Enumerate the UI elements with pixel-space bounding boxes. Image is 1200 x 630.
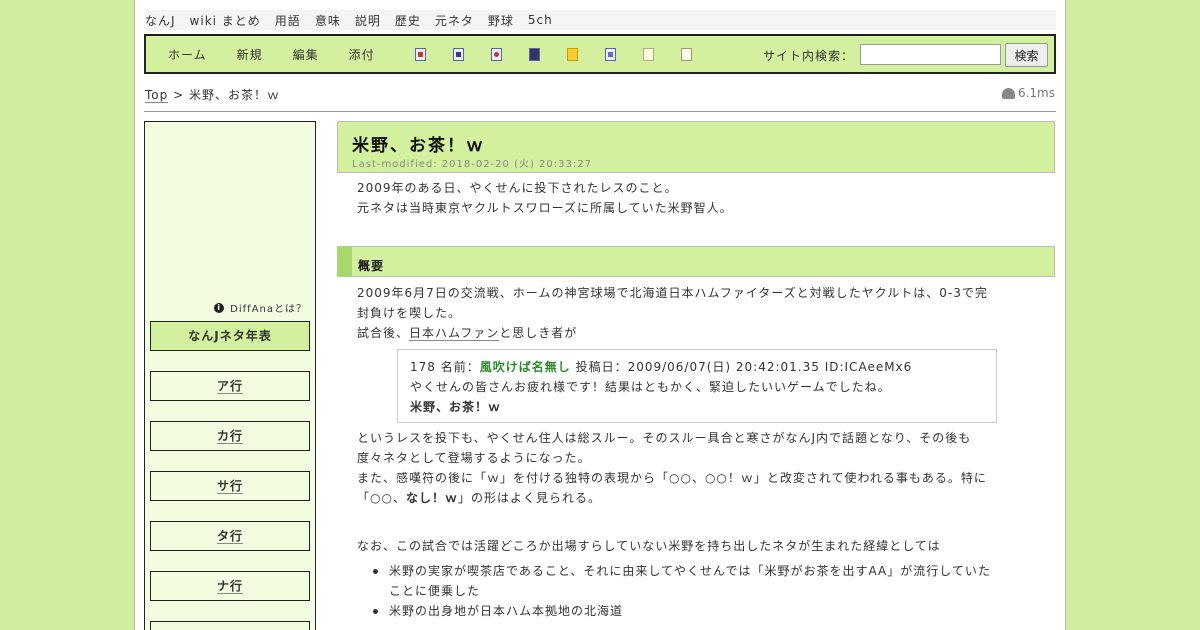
topnav-link-nanj[interactable]: なんJ (145, 12, 176, 29)
search-page-icon[interactable] (452, 47, 464, 61)
list-item-text: 米野の実家が喫茶店であること、それに由来してやくせんでは「米野がお茶を出すAA」… (389, 564, 991, 578)
list-item: 米野の実家が喫茶店であること、それに由来してやくせんでは「米野がお茶を出すAA」… (357, 561, 1037, 601)
para1-line1: 2009年6月7日の交流戦、ホームの神宮球場で北海道日本ハムファイターズと対戦し… (357, 286, 988, 300)
topnav-link-rekishi[interactable]: 歴史 (395, 12, 421, 29)
para3-line2: 度々ネタとして登場するようになった。 (357, 451, 591, 465)
sidebar-item-ha[interactable] (150, 621, 310, 630)
render-time-value: 6.1ms (1017, 86, 1055, 100)
breadcrumb-separator: > (173, 88, 185, 102)
search-label: サイト内検索： (763, 49, 855, 63)
toolbar: ホーム 新規 編集 添付 サイト内検索： 検索 (144, 34, 1056, 74)
sidebar-item-sa[interactable]: サ行 (150, 471, 310, 501)
post-header: 178 名前：風吹けば名無し 投稿日：2009/06/07(日) 20:42:0… (410, 358, 912, 375)
delete-icon[interactable] (490, 47, 502, 61)
para4-post: 」の形はよく見られる。 (457, 491, 601, 505)
breadcrumb-current: 米野、お茶！ｗ (188, 88, 280, 102)
reason-list: 米野の実家が喫茶店であること、それに由来してやくせんでは「米野がお茶を出すAA」… (357, 561, 1037, 621)
post-line-2: 米野、お茶！ｗ (410, 400, 502, 414)
gauge-icon (1001, 87, 1015, 99)
intro-line-1: 2009年のある日、やくせんに投下されたレスのこと。 (357, 181, 678, 195)
search-button[interactable]: 検索 (1005, 43, 1048, 67)
post-number: 178 名前： (410, 360, 480, 374)
topnav-link-5ch[interactable]: 5ch (528, 13, 553, 27)
para2: 試合後、日本ハムファンと思しき者が (357, 323, 577, 343)
toolbar-icons (414, 47, 719, 61)
edit-button[interactable]: 編集 (293, 46, 319, 63)
breadcrumb: Top > 米野、お茶！ｗ (145, 86, 280, 103)
copy-icon[interactable] (414, 47, 426, 61)
topnav-link-motoneta[interactable]: 元ネタ (435, 12, 474, 29)
sidebar-item-label: なんJネタ年表 (188, 329, 272, 343)
lock-icon[interactable] (566, 47, 578, 61)
list-icon[interactable] (604, 47, 616, 61)
new-page-button[interactable]: 新規 (237, 46, 263, 63)
sidebar-item-label: ア行 (216, 379, 243, 394)
page-title: 米野、お茶！ｗ (352, 136, 485, 156)
sidebar: i DiffAnaとは？ なんJネタ年表 ア行 カ行 サ行 タ行 ナ行 (144, 121, 316, 630)
page-icon[interactable] (642, 47, 654, 61)
para1-line2: 封負けを喫した。 (357, 306, 462, 320)
page-title-box: 米野、お茶！ｗ Last-modified: 2018-02-20 (火) 20… (337, 121, 1055, 173)
topnav-link-wiki[interactable]: wiki まとめ (190, 12, 261, 29)
breadcrumb-top-link[interactable]: Top (145, 88, 169, 103)
attach-button[interactable]: 添付 (349, 46, 375, 63)
save-icon[interactable] (528, 47, 540, 61)
post-meta: 投稿日：2009/06/07(日) 20:42:01.35 ID:ICAeeMx… (570, 360, 913, 374)
list-item: 米野の出身地が日本ハム本拠地の北海道 (357, 601, 1037, 621)
para4-line1: また、感嘆符の後に「ｗ」を付ける独特の表現から「○○、○○！ｗ」と改変されて使わ… (357, 471, 987, 485)
sidebar-item-label: サ行 (216, 479, 243, 494)
sidebar-item-label: カ行 (216, 429, 243, 444)
pencil-icon[interactable]: ✎ (358, 257, 369, 271)
last-modified: Last-modified: 2018-02-20 (火) 20:33:27 (352, 159, 592, 170)
diffana-label: DiffAnaとは？ (230, 304, 307, 315)
topnav-link-setsumei[interactable]: 説明 (355, 12, 381, 29)
post-author: 風吹けば名無し (479, 360, 571, 374)
home-button[interactable]: ホーム (168, 46, 207, 63)
diffana-link[interactable]: i DiffAnaとは？ (214, 300, 307, 315)
sidebar-item-label: タ行 (216, 529, 243, 544)
render-time: 6.1ms (1001, 86, 1055, 100)
quoted-post: 178 名前：風吹けば名無し 投稿日：2009/06/07(日) 20:42:0… (397, 349, 997, 423)
search-input[interactable] (860, 44, 1001, 65)
topnav-link-yakyu[interactable]: 野球 (488, 12, 514, 29)
sidebar-item-a[interactable]: ア行 (150, 371, 310, 401)
page-container: なんJ wiki まとめ 用語 意味 説明 歴史 元ネタ 野球 5ch ホーム … (134, 0, 1066, 630)
help-icon[interactable] (680, 47, 692, 61)
nipponham-fan-link[interactable]: 日本ハムファン (409, 326, 500, 341)
para4-pre: 「○○、 (357, 491, 406, 505)
para3-line1: というレスを投下も、やくせん住人は総スルー。そのスルー具合と寒さがなんJ内で話題… (357, 431, 972, 445)
para4-bold: なし！ｗ (405, 491, 458, 505)
info-icon: i (214, 302, 225, 313)
post-line-1: やくせんの皆さんお疲れ様です！結果はともかく、緊迫したいいゲームでしたね。 (410, 380, 891, 394)
sidebar-item-ka[interactable]: カ行 (150, 421, 310, 451)
topnav-link-yougo[interactable]: 用語 (275, 12, 301, 29)
sidebar-item-na[interactable]: ナ行 (150, 571, 310, 601)
topnav-link-imi[interactable]: 意味 (315, 12, 341, 29)
list-item-text-cont: ことに便乗した (389, 584, 481, 598)
para5: なお、この試合では活躍どころか出場すらしていない米野を持ち出したネタが生まれた経… (357, 539, 941, 553)
para4-line2: 「○○、なし！ｗ」の形はよく見られる。 (357, 488, 601, 508)
para2-post: と思しき者が (499, 326, 578, 340)
top-navigation: なんJ wiki まとめ 用語 意味 説明 歴史 元ネタ 野球 5ch (144, 10, 1056, 30)
sidebar-item-nenpyo[interactable]: なんJネタ年表 (150, 321, 310, 351)
sidebar-item-ta[interactable]: タ行 (150, 521, 310, 551)
divider (144, 111, 1056, 112)
intro-line-2: 元ネタは当時東京ヤクルトスワローズに所属していた米野智人。 (357, 201, 733, 215)
sidebar-item-label: ナ行 (216, 579, 243, 594)
list-item-text: 米野の出身地が日本ハム本拠地の北海道 (389, 604, 624, 618)
para2-pre: 試合後、 (357, 326, 410, 340)
section-heading: 概要 ✎ (337, 246, 1055, 277)
